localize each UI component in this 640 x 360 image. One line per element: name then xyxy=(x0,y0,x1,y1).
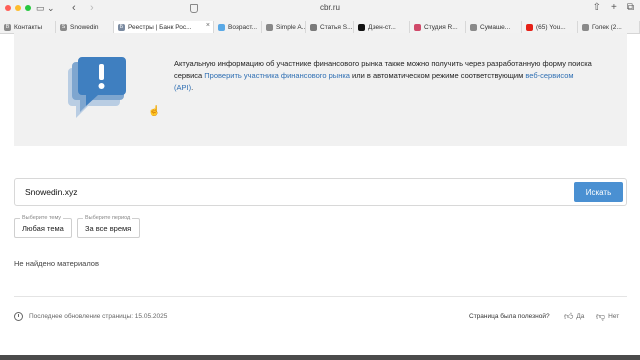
tab-favicon-icon xyxy=(218,23,225,31)
tab-label: Сумаше... xyxy=(480,23,511,31)
tab-label: Контакты xyxy=(14,23,43,31)
period-select-value: За все время xyxy=(85,224,132,233)
footer-divider xyxy=(14,296,627,297)
tab-overview-icon[interactable]: ⧉ xyxy=(627,2,634,13)
window-controls xyxy=(5,5,31,11)
thumbs-up-icon: 👍︎ xyxy=(564,311,574,321)
tab-label: Статья S... xyxy=(320,23,353,31)
tab-label: Simple A... xyxy=(276,23,306,31)
tab-bar: В Контакты S Snowedin Б Реестры | Банк Рос...… xyxy=(0,21,640,33)
tab-favicon-icon xyxy=(470,23,477,31)
search-button[interactable]: Искать xyxy=(574,182,623,202)
info-banner: Актуальную информацию об участнике финан… xyxy=(14,33,627,146)
tab-favicon-icon xyxy=(310,23,317,31)
tab-favicon-icon xyxy=(266,23,273,31)
tab-label: Голек (2... xyxy=(592,23,622,31)
mouse-cursor-icon: ☝ xyxy=(148,106,161,117)
check-participant-link[interactable]: Проверить участника финансового рынка xyxy=(204,71,350,80)
tab-favicon-icon xyxy=(358,23,365,31)
bottom-edge xyxy=(0,355,640,360)
sidebar-toggle-icon[interactable]: ▭ ⌄ xyxy=(36,3,55,14)
new-tab-icon[interactable]: + xyxy=(611,2,617,13)
topic-select-value: Любая тема xyxy=(22,224,64,233)
privacy-shield-icon[interactable] xyxy=(190,4,198,13)
browser-tab[interactable]: Б Реестры | Банк Рос... × xyxy=(114,21,214,33)
tab-label: Snowedin xyxy=(70,23,99,31)
tab-favicon-icon: Б xyxy=(118,23,125,31)
share-icon[interactable]: ⇧ xyxy=(593,2,601,13)
browser-tab[interactable]: Статья S... xyxy=(306,21,354,33)
banner-text: Актуальную информацию об участнике финан… xyxy=(174,58,594,94)
tab-favicon-icon: В xyxy=(4,23,11,31)
browser-tab[interactable]: Сумаше... xyxy=(466,21,522,33)
feedback-yes-button[interactable]: 👍︎ Да xyxy=(564,311,584,322)
browser-tab[interactable]: В Контакты xyxy=(0,21,56,33)
exclamation-speech-icon xyxy=(68,57,126,118)
address-bar[interactable]: cbr.ru xyxy=(300,3,360,12)
browser-tab[interactable]: Возраст... xyxy=(214,21,262,33)
feedback-no-label: Нет xyxy=(608,313,620,320)
period-select[interactable]: Выберите период За все время xyxy=(77,215,140,238)
browser-tab[interactable]: Студия R... xyxy=(410,21,466,33)
thumbs-down-icon: 👎︎ xyxy=(596,311,606,321)
feedback-yes-label: Да xyxy=(576,313,585,320)
tab-favicon-icon xyxy=(582,23,589,31)
tab-label: Студия R... xyxy=(424,23,458,31)
search-box: Искать xyxy=(14,178,627,206)
topic-select[interactable]: Выберите тему Любая тема xyxy=(14,215,72,238)
tab-favicon-icon xyxy=(526,23,533,31)
period-select-label: Выберите период xyxy=(83,215,133,221)
browser-toolbar: ▭ ⌄ ‹ › cbr.ru ⇧ + ⧉ В Контакты S Snowedin Б… xyxy=(0,0,640,34)
banner-text-part: . xyxy=(191,83,194,92)
back-icon[interactable]: ‹ xyxy=(72,2,76,14)
search-input[interactable] xyxy=(25,185,525,199)
browser-tab[interactable]: Дзен-ст... xyxy=(354,21,410,33)
topic-select-label: Выберите тему xyxy=(20,215,64,221)
browser-tab[interactable]: Голек (2... xyxy=(578,21,640,33)
feedback-no-button[interactable]: 👎︎ Нет xyxy=(596,311,619,322)
tab-close-icon[interactable]: × xyxy=(206,22,210,29)
tab-label: (65) You... xyxy=(536,23,566,31)
tab-favicon-icon xyxy=(414,23,421,31)
last-updated-text: Последнее обновление страницы: 15.05.202… xyxy=(29,313,168,320)
browser-tab[interactable]: S Snowedin xyxy=(56,21,114,33)
tab-label: Возраст... xyxy=(228,23,258,31)
forward-icon[interactable]: › xyxy=(90,2,94,14)
banner-text-part: или в автоматическом режиме соответствую… xyxy=(349,71,526,80)
browser-tab[interactable]: (65) You... xyxy=(522,21,578,33)
minimize-window-button[interactable] xyxy=(15,5,21,11)
close-window-button[interactable] xyxy=(5,5,11,11)
tab-favicon-icon: S xyxy=(60,23,67,31)
browser-tab[interactable]: Simple A... xyxy=(262,21,306,33)
tab-label: Реестры | Банк Рос... xyxy=(128,23,192,31)
clock-icon xyxy=(14,312,23,321)
feedback-question: Страница была полезной? xyxy=(469,313,550,320)
tab-label: Дзен-ст... xyxy=(368,23,396,31)
maximize-window-button[interactable] xyxy=(25,5,31,11)
no-results-message: Не найдено материалов xyxy=(14,259,99,268)
